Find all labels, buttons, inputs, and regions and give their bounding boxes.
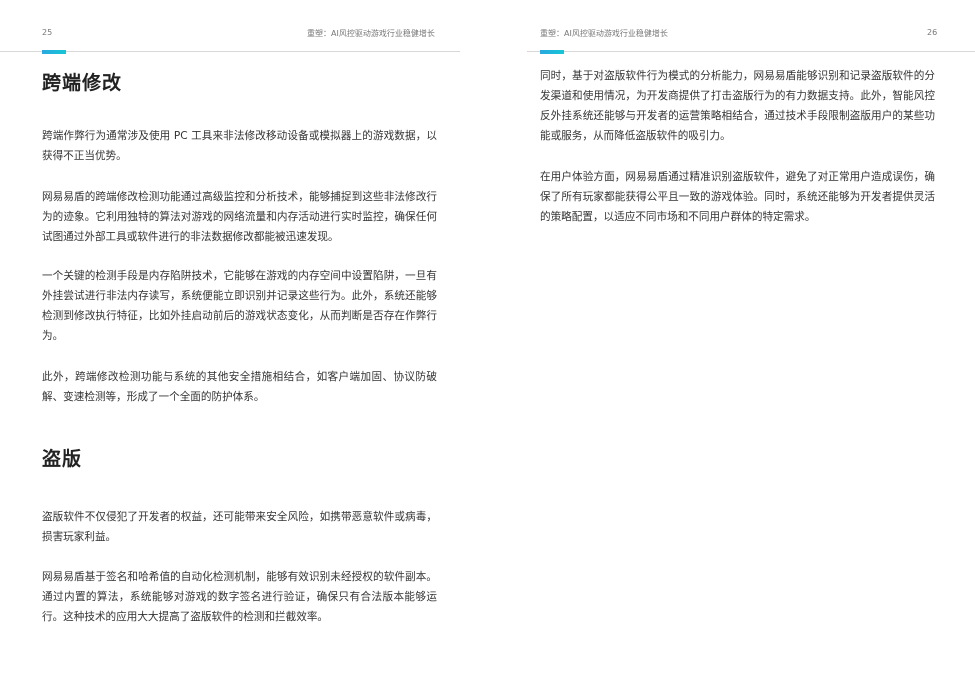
paragraph: 跨端作弊行为通常涉及使用 PC 工具来非法修改移动设备或模拟器上的游戏数据，以获…: [42, 130, 437, 162]
paragraph: 此外，跨端修改检测功能与系统的其他安全措施相结合，如客户端加固、协议防破解、变速…: [42, 371, 437, 403]
page-number: 26: [927, 28, 938, 37]
paragraph: 在用户体验方面，网易易盾通过精准识别盗版软件，避免了对正常用户造成误伤，确保了所…: [540, 171, 935, 223]
paragraph: 网易易盾的跨端修改检测功能通过高级监控和分析技术，能够捕捉到这些非法修改行为的迹…: [42, 191, 437, 243]
paragraph: 一个关键的检测手段是内存陷阱技术，它能够在游戏的内存空间中设置陷阱，一旦有外挂尝…: [42, 270, 437, 342]
left-page: 25 重塑：AI风控驱动游戏行业稳健增长 跨端修改 跨端作弊行为通常涉及使用 P…: [0, 0, 487, 687]
header-rule: [0, 51, 460, 52]
section-title-piracy: 盗版: [42, 448, 83, 470]
paragraph: 网易易盾基于签名和哈希值的自动化检测机制，能够有效识别未经授权的软件副本。通过内…: [42, 571, 437, 623]
section-title-cross-platform: 跨端修改: [42, 72, 123, 94]
accent-bar: [42, 50, 66, 54]
page-number: 25: [42, 28, 53, 37]
accent-bar: [540, 50, 564, 54]
right-page: 重塑：AI风控驱动游戏行业稳健增长 26 同时，基于对盗版软件行为模式的分析能力…: [487, 0, 975, 687]
paragraph: 盗版软件不仅侵犯了开发者的权益，还可能带来安全风险，如携带恶意软件或病毒，损害玩…: [42, 511, 437, 543]
paragraph: 同时，基于对盗版软件行为模式的分析能力，网易易盾能够识别和记录盗版软件的分发渠道…: [540, 70, 935, 142]
running-title: 重塑：AI风控驱动游戏行业稳健增长: [307, 29, 435, 38]
header-rule: [527, 51, 975, 52]
running-title: 重塑：AI风控驱动游戏行业稳健增长: [540, 29, 668, 38]
